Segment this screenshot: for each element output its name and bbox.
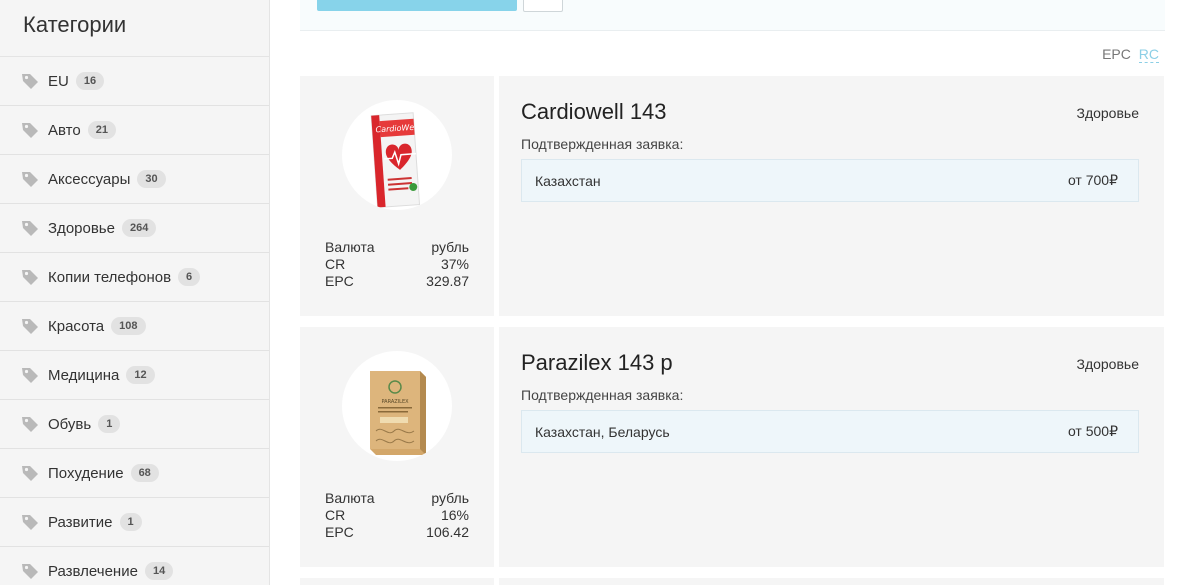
sidebar-category-item[interactable]: Красота 108 [0,302,269,351]
payout-price: от 500₽ [1067,423,1118,439]
offers-main: EPC RC CardioWell Валюта рубль CR 37% EP… [300,0,1165,585]
geo-price-row: Казахстан от 700₽ [521,159,1139,202]
category-count-badge: 1 [119,513,142,531]
category-count-badge: 16 [75,72,105,90]
sidebar-category-item[interactable]: Похудение 68 [0,449,269,498]
category-label: Красота [48,317,105,335]
offer-category: Здоровье [1076,105,1139,121]
category-label: Здоровье [48,219,115,237]
sidebar-category-item[interactable]: Развитие 1 [0,498,269,547]
search-button[interactable] [523,0,563,12]
tag-icon [20,120,40,140]
epc-value: 329.87 [426,273,469,289]
tag-icon [20,267,40,287]
offer-title[interactable]: Cardiowell 143 [521,99,667,125]
cr-label: CR [325,256,346,272]
sort-epc-link[interactable]: EPC [1102,46,1131,62]
offer-info-panel: CardioWell Валюта рубль CR 37% EPC 329.87 [300,76,494,316]
search-strip [300,0,1165,31]
tag-icon [20,218,40,238]
epc-value: 106.42 [426,524,469,540]
sidebar-category-item[interactable]: Аксессуары 30 [0,155,269,204]
offer-subtitle: Подтвержденная заявка: [521,387,684,403]
product-logo-text: PARAZILEX [381,399,409,405]
offer-card[interactable]: CardioWell Валюта рубль CR 37% EPC 329.87 C… [300,76,1164,316]
cr-value: 16% [440,507,469,523]
geo-countries: Казахстан [535,172,601,189]
offer-info-panel: PARAZILEX Валюта рубль CR 16% EPC 106.42 [300,327,494,567]
category-count-badge: 68 [130,464,159,482]
geo-price-row: Казахстан, Беларусь от 500₽ [521,410,1139,453]
category-label: Авто [48,121,81,139]
offer-subtitle: Подтвержденная заявка: [521,136,684,152]
geo-countries: Казахстан, Беларусь [535,423,670,440]
currency-value: рубль [431,490,469,506]
tag-icon [20,414,40,434]
cr-label: CR [325,507,346,523]
category-label: Обувь [48,415,92,433]
product-image[interactable]: PARAZILEX [342,351,452,461]
category-count-badge: 264 [121,219,157,237]
sidebar-category-item[interactable]: Обувь 1 [0,400,269,449]
tag-icon [20,512,40,532]
category-count-badge: 14 [144,562,174,580]
offer-title[interactable]: Parazilex 143 р [521,350,673,376]
sidebar-category-item[interactable]: Развлечение 14 [0,547,269,585]
category-count-badge: 21 [87,121,116,139]
category-list: EU 16 Авто 21 Аксессуары 30 Здоровье 264 Копии т… [0,57,269,585]
category-label: Копии телефонов [48,268,172,286]
tag-icon [20,169,40,189]
product-image[interactable]: CardioWell [342,100,452,210]
offer-detail-panel: Parazilex 143 р Здоровье Подтвержденная … [499,327,1164,567]
offer-category: Здоровье [1076,356,1139,372]
sidebar-category-item[interactable]: EU 16 [0,57,269,106]
sidebar-category-item[interactable]: Копии телефонов 6 [0,253,269,302]
sort-controls: EPC RC [1102,46,1159,63]
category-label: Медицина [48,366,120,384]
category-count-badge: 6 [178,268,201,286]
category-label: Развлечение [48,562,138,580]
sidebar-category-item[interactable]: Авто 21 [0,106,269,155]
offer-card[interactable]: PARAZILEX Валюта рубль CR 16% EPC 106.42 Pa… [300,327,1164,567]
category-count-badge: 30 [137,170,166,188]
currency-label: Валюта [325,490,375,506]
category-count-badge: 108 [111,317,146,335]
search-input[interactable] [317,0,517,11]
payout-price: от 700₽ [1067,172,1118,188]
category-count-badge: 12 [126,366,155,384]
tag-icon [20,365,40,385]
epc-label: EPC [325,273,354,289]
tag-icon [20,71,40,91]
offer-stats: Валюта рубль CR 37% EPC 329.87 [325,239,469,290]
category-label: Развитие [48,513,113,531]
offer-card-partial [300,578,1164,585]
category-sidebar: Категории EU 16 Авто 21 Аксессуары 30 Здоровье… [0,0,270,585]
offer-stats: Валюта рубль CR 16% EPC 106.42 [325,490,469,541]
offer-detail-panel: Cardiowell 143 Здоровье Подтвержденная з… [499,76,1164,316]
category-label: EU [48,72,69,90]
sidebar-category-item[interactable]: Медицина 12 [0,351,269,400]
currency-value: рубль [431,239,469,255]
tag-icon [20,463,40,483]
tag-icon [20,316,40,336]
sort-rc-link[interactable]: RC [1138,46,1159,63]
sidebar-category-item[interactable]: Здоровье 264 [0,204,269,253]
cr-value: 37% [440,256,469,272]
currency-label: Валюта [325,239,375,255]
category-count-badge: 1 [98,415,121,433]
epc-label: EPC [325,524,354,540]
tag-icon [20,561,40,581]
category-label: Аксессуары [48,170,131,188]
category-label: Похудение [48,464,124,482]
sidebar-title: Категории [0,0,269,57]
